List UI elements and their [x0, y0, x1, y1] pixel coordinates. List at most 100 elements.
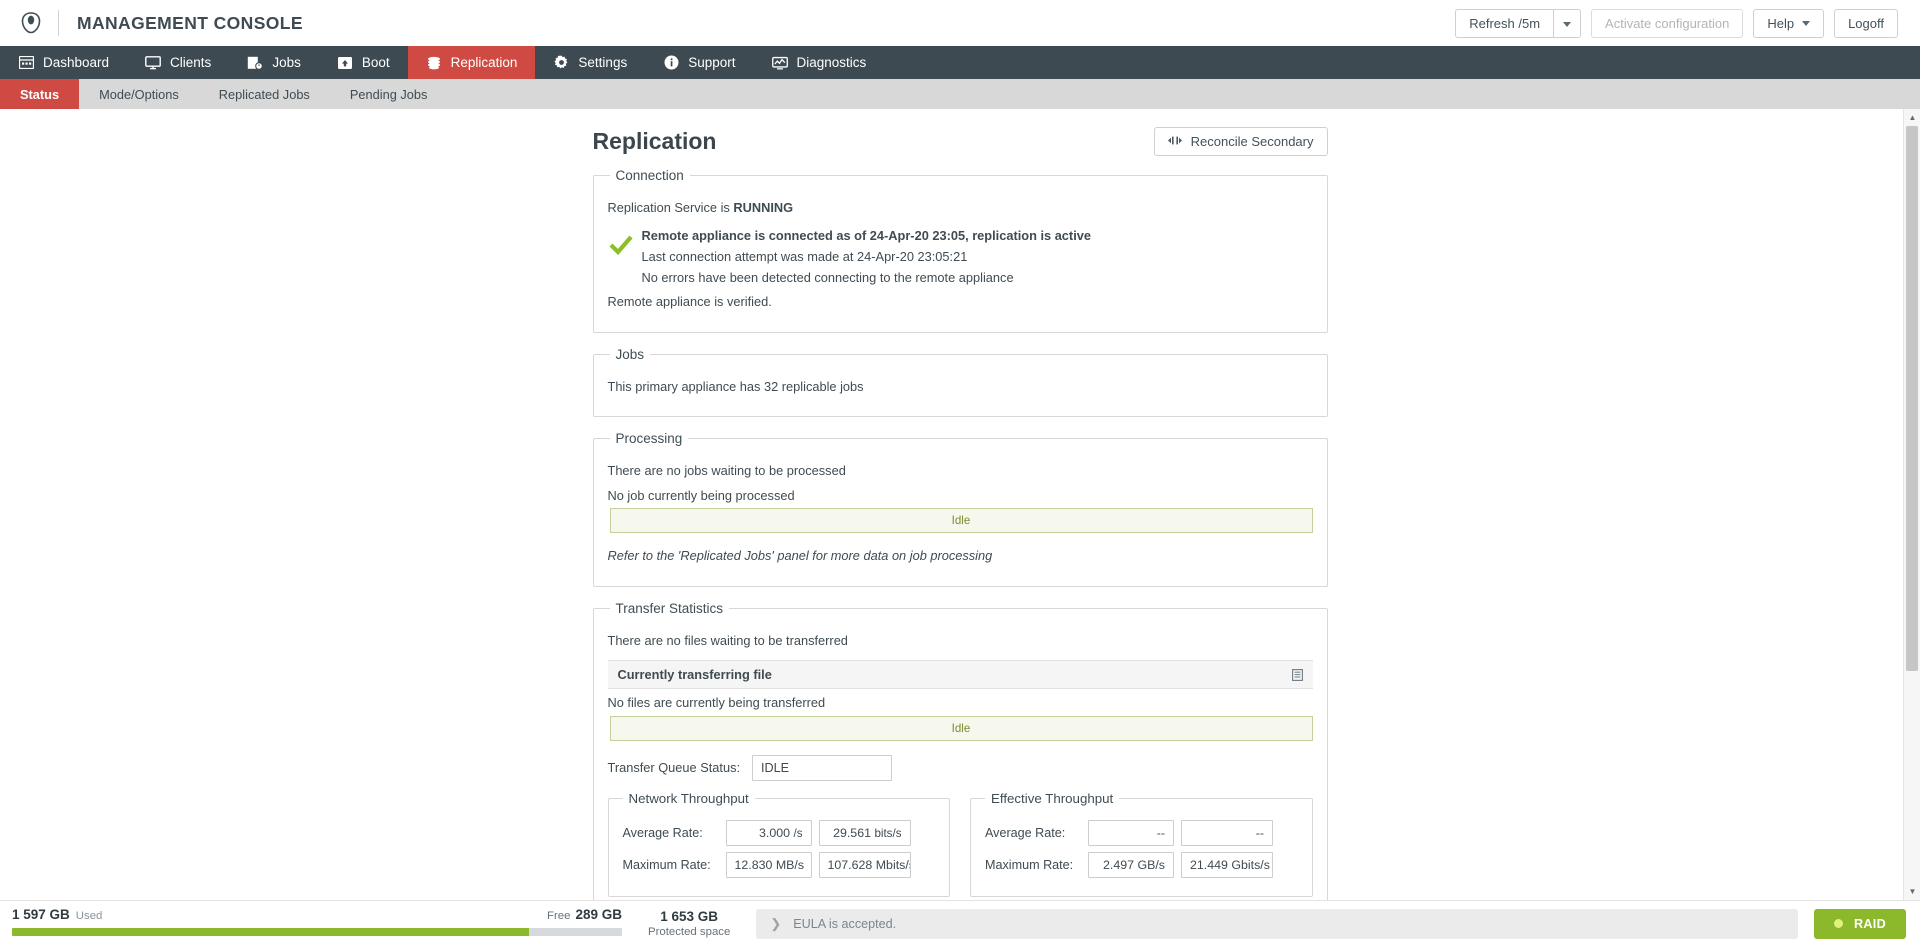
refresh-button[interactable]: Refresh /5m — [1455, 8, 1554, 38]
network-maximum-rate-row: Maximum Rate: 12.830 MB/s 107.628 Mbits/… — [622, 851, 936, 878]
effective-maximum-rate-value-1: 2.497 GB/s — [1088, 851, 1174, 878]
green-check-icon — [608, 232, 634, 258]
nav-item-jobs[interactable]: Jobs — [229, 46, 319, 79]
network-maximum-rate-label: Maximum Rate: — [622, 857, 711, 872]
tab-status[interactable]: Status — [0, 79, 80, 109]
chevron-right-icon: ❯ — [770, 915, 782, 931]
protected-space-widget: 1 653 GB Protected space — [648, 909, 730, 938]
network-average-rate-row: Average Rate: 3.000 /s 29.561 bits/s — [623, 819, 936, 846]
connection-legend: Connection — [615, 168, 684, 183]
nav-label: Boot — [361, 55, 390, 70]
effective-throughput-panel: Effective Throughput Average Rate: -- --… — [970, 790, 1313, 897]
header-actions: Refresh /5m Activate configuration Help … — [1455, 8, 1898, 38]
network-average-rate-number-1: 3.000 — [759, 825, 791, 840]
refresh-split-button: Refresh /5m — [1455, 8, 1582, 38]
replicable-jobs-count-text: This primary appliance has 32 replicable… — [607, 378, 864, 394]
currently-transferring-file-header: Currently transferring file — [607, 660, 1313, 690]
scroll-down-arrow-icon[interactable]: ▼ — [1904, 883, 1920, 900]
effective-average-rate-value-2: -- — [1181, 819, 1273, 846]
network-average-rate-value-1: 3.000 /s — [725, 819, 812, 846]
no-errors-line: No errors have been detected connecting … — [641, 269, 1014, 285]
activate-configuration-button[interactable]: Activate configuration — [1591, 8, 1744, 38]
transfer-statistics-legend: Transfer Statistics — [615, 600, 724, 616]
diagnostics-chart-icon — [771, 55, 788, 71]
capacity-bar-track — [12, 927, 622, 936]
nav-item-diagnostics[interactable]: Diagnostics — [754, 46, 885, 79]
nav-item-dashboard[interactable]: Dashboard — [0, 46, 127, 79]
tab-mode-options[interactable]: Mode/Options — [79, 79, 199, 109]
tab-pending-jobs[interactable]: Pending Jobs — [330, 79, 448, 109]
throughput-grid: Network Throughput Average Rate: 3.000 /… — [607, 790, 1313, 897]
sub-navigation: Status Mode/Options Replicated Jobs Pend… — [0, 79, 1920, 109]
nav-item-clients[interactable]: Clients — [127, 46, 229, 79]
network-maximum-rate-value-2: 107.628 Mbits/s — [818, 851, 911, 878]
network-throughput-panel: Network Throughput Average Rate: 3.000 /… — [607, 790, 950, 897]
no-files-waiting-text: There are no files waiting to be transfe… — [607, 632, 848, 648]
no-files-transferring-text: No files are currently being transferred — [607, 695, 826, 711]
refresh-dropdown-button[interactable] — [1553, 8, 1582, 38]
nav-label: Settings — [578, 55, 628, 70]
replication-service-state: RUNNING — [733, 200, 794, 215]
connection-status-block: Remote appliance is connected as of 24-A… — [608, 224, 1313, 288]
tab-replicated-jobs[interactable]: Replicated Jobs — [199, 79, 330, 109]
scroll-up-arrow-icon[interactable]: ▲ — [1904, 109, 1920, 126]
capacity-labels: 1 597 GB Used Free 289 GB — [12, 907, 622, 922]
network-average-rate-value-2: 29.561 bits/s — [818, 819, 911, 846]
nav-item-boot[interactable]: Boot — [319, 46, 408, 79]
nav-label: Clients — [170, 55, 212, 70]
dashboard-icon — [18, 55, 34, 71]
transfer-statistics-panel: Transfer Statistics There are no files w… — [592, 600, 1328, 900]
capacity-free-label: Free — [547, 909, 571, 922]
monitor-icon — [145, 55, 161, 71]
jobs-panel: Jobs This primary appliance has 32 repli… — [592, 346, 1328, 418]
nav-label: Dashboard — [43, 55, 110, 70]
info-icon — [663, 55, 679, 71]
reconcile-secondary-button[interactable]: Reconcile Secondary — [1153, 127, 1328, 156]
chevron-down-icon — [1802, 20, 1811, 26]
capacity-free-group: Free 289 GB — [547, 907, 622, 922]
last-attempt-line: Last connection attempt was made at 24-A… — [641, 248, 968, 264]
capacity-widget: 1 597 GB Used Free 289 GB — [12, 907, 622, 941]
effective-throughput-legend: Effective Throughput — [991, 790, 1114, 806]
capacity-bar-fill — [12, 927, 529, 936]
nav-item-settings[interactable]: Settings — [535, 46, 645, 79]
scrollbar-thumb[interactable] — [1906, 126, 1918, 671]
help-button[interactable]: Help — [1753, 8, 1825, 38]
nav-label: Replication — [450, 55, 518, 70]
raid-status-button[interactable]: RAID — [1814, 908, 1906, 939]
transfer-queue-status-value: IDLE — [752, 754, 893, 781]
replication-service-status: Replication Service is RUNNING — [608, 199, 1313, 218]
logoff-button[interactable]: Logoff — [1834, 8, 1898, 38]
processing-footnote: Refer to the 'Replicated Jobs' panel for… — [607, 548, 993, 564]
transfer-progress-bar: Idle — [609, 715, 1313, 741]
list-detail-icon[interactable] — [1291, 668, 1303, 681]
verified-line: Remote appliance is verified. — [607, 294, 772, 310]
eula-text: EULA is accepted. — [793, 916, 897, 931]
jobs-clock-icon — [247, 55, 264, 71]
effective-maximum-rate-value-2: 21.449 Gbits/s — [1181, 851, 1273, 878]
eula-banner[interactable]: ❯ EULA is accepted. — [756, 908, 1799, 939]
page-header: Replication Reconcile Secondary — [593, 109, 1328, 168]
effective-maximum-rate-label: Maximum Rate: — [985, 857, 1074, 872]
network-throughput-legend: Network Throughput — [628, 790, 749, 806]
currently-transferring-file-label: Currently transferring file — [617, 667, 772, 683]
transfer-queue-status-label: Transfer Queue Status: — [607, 760, 741, 776]
nav-item-replication[interactable]: Replication — [407, 46, 536, 79]
content-area: Replication Reconcile Secondary Connecti… — [0, 109, 1920, 900]
nav-label: Jobs — [272, 55, 301, 70]
page-title: Replication — [592, 128, 717, 154]
nav-item-support[interactable]: Support — [645, 46, 753, 79]
capacity-free-value: 289 GB — [575, 906, 622, 922]
help-label: Help — [1767, 15, 1795, 31]
boot-upload-icon — [337, 55, 353, 71]
processing-progress-bar: Idle — [609, 508, 1313, 534]
processing-legend: Processing — [615, 431, 683, 447]
header-divider — [58, 10, 59, 36]
page-brand-title: MANAGEMENT CONSOLE — [77, 12, 303, 33]
content-scrollbar[interactable]: ▲ ▼ — [1903, 109, 1920, 900]
reconcile-sync-icon — [1167, 135, 1182, 148]
network-maximum-rate-value-1: 12.830 MB/s — [725, 851, 812, 878]
no-jobs-waiting-text: There are no jobs waiting to be processe… — [607, 463, 846, 479]
main-navigation: Dashboard Clients Jobs Boot Replication … — [0, 46, 1920, 79]
effective-average-rate-label: Average Rate: — [985, 825, 1066, 840]
